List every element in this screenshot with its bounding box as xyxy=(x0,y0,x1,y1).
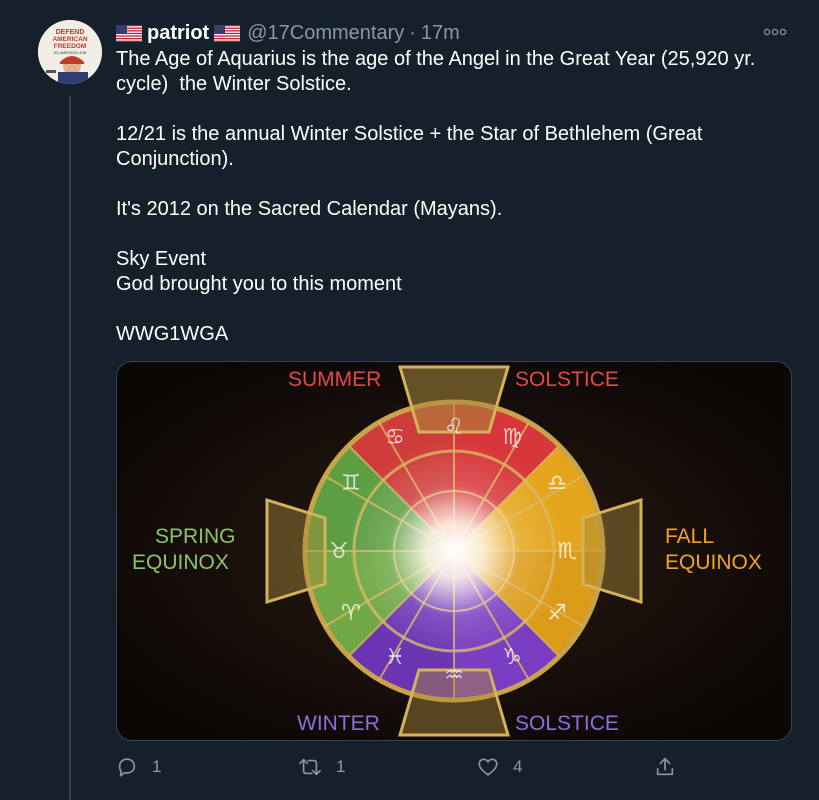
svg-text:♊: ♊ xyxy=(341,471,361,496)
tweet-actions: 1 1 4 xyxy=(116,752,676,782)
retweet-icon xyxy=(299,758,321,776)
share-button[interactable] xyxy=(654,752,690,782)
user-handle[interactable]: @17Commentary xyxy=(247,22,404,45)
timestamp[interactable]: 17m xyxy=(421,22,460,45)
svg-text:♑: ♑ xyxy=(502,645,522,670)
like-count: 4 xyxy=(513,757,523,776)
tweet-header: patriot @17Commentary · 17m xyxy=(116,20,460,46)
retweet-count: 1 xyxy=(336,757,346,776)
label-fall: FALL xyxy=(665,525,715,548)
us-flag-icon xyxy=(116,24,142,42)
avatar-line-2: AMERICAN xyxy=(52,36,87,43)
avatar-tagline: DO AMERICA'S JOB xyxy=(54,51,87,55)
tweet-media-image[interactable]: ♌ ♍ ♋ ♎ ♏ ♐ ♑ ♒ ♓ ♈ ♉ ♊ SUMMER SOLSTICE … xyxy=(116,361,792,741)
label-solstice-bottom: SOLSTICE xyxy=(515,712,619,735)
avatar-line-1: DEFEND xyxy=(56,29,85,36)
share-icon xyxy=(656,757,674,776)
retweet-button[interactable]: 1 xyxy=(298,752,345,782)
separator-dot: · xyxy=(409,21,416,44)
svg-text:♈: ♈ xyxy=(341,601,361,626)
label-equinox-right: EQUINOX xyxy=(665,551,762,574)
more-options-icon xyxy=(763,28,787,36)
heart-icon xyxy=(478,758,498,776)
avatar-line-3: FREEDOM xyxy=(54,43,87,50)
label-solstice-top: SOLSTICE xyxy=(515,368,619,391)
svg-text:♒: ♒ xyxy=(444,663,464,688)
more-options-button[interactable] xyxy=(758,22,792,42)
reply-count: 1 xyxy=(152,757,162,776)
reply-button[interactable]: 1 xyxy=(116,752,161,782)
svg-text:♓: ♓ xyxy=(385,645,405,670)
label-equinox-left: EQUINOX xyxy=(132,551,229,574)
svg-text:♐: ♐ xyxy=(547,601,567,626)
label-winter: WINTER xyxy=(297,712,380,735)
display-name[interactable]: patriot xyxy=(147,22,209,45)
label-spring: SPRING xyxy=(155,525,236,548)
svg-text:♌: ♌ xyxy=(444,415,464,440)
reply-icon xyxy=(118,758,136,777)
us-flag-icon xyxy=(214,24,241,42)
svg-text:♎: ♎ xyxy=(547,471,567,496)
svg-text:♋: ♋ xyxy=(385,425,405,450)
tweet-text: The Age of Aquarius is the age of the An… xyxy=(116,48,756,345)
like-button[interactable]: 4 xyxy=(477,752,522,782)
avatar-image: DEFEND AMERICAN FREEDOM DO AMERICA'S JOB xyxy=(38,20,102,84)
avatar[interactable]: DEFEND AMERICAN FREEDOM DO AMERICA'S JOB xyxy=(38,20,102,84)
svg-text:♍: ♍ xyxy=(502,425,522,450)
label-summer: SUMMER xyxy=(288,368,382,391)
thread-line xyxy=(69,96,71,800)
